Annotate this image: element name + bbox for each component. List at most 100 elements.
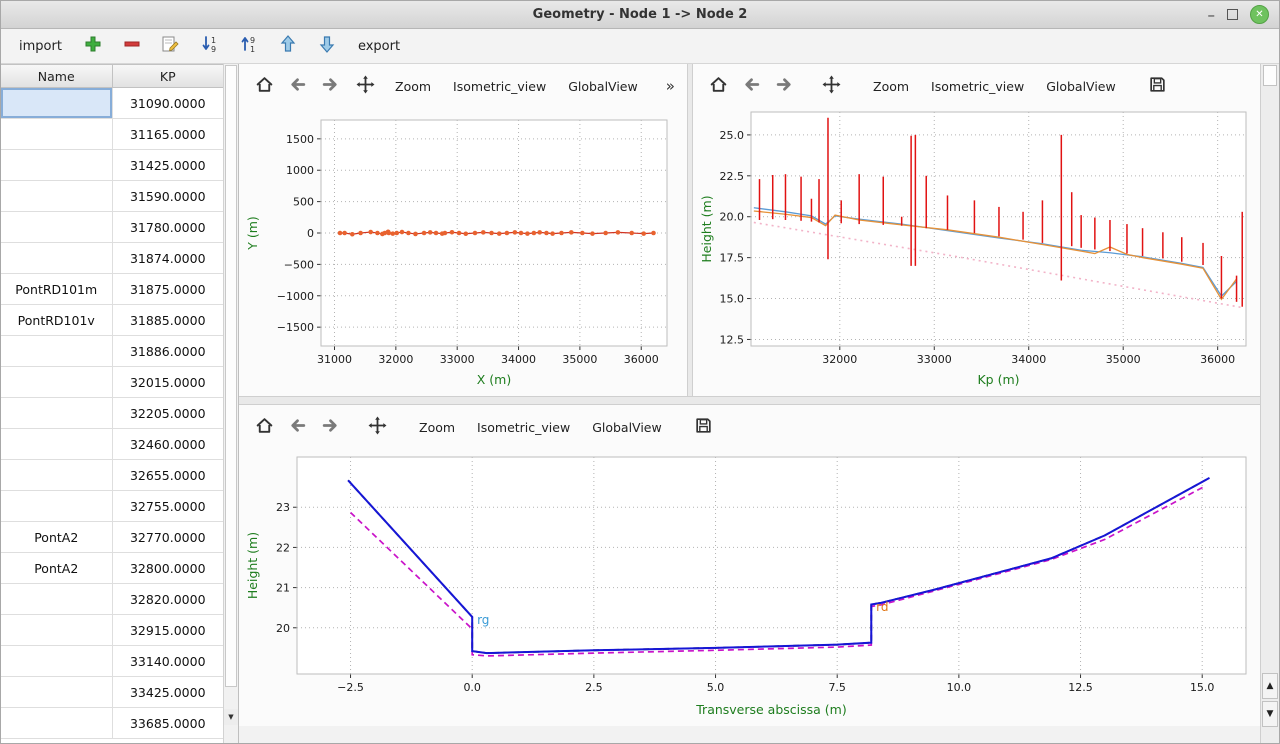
table-scrollbar-thumb[interactable] — [225, 65, 237, 687]
global-view-button[interactable]: GlobalView — [582, 413, 672, 441]
table-row[interactable]: PontA232770.0000 — [1, 522, 224, 553]
cell-name[interactable] — [1, 212, 113, 242]
pan-button[interactable] — [362, 413, 393, 441]
cell-name[interactable] — [1, 491, 113, 521]
cell-kp[interactable]: 31886.0000 — [113, 336, 225, 366]
cell-kp[interactable]: 33425.0000 — [113, 677, 225, 707]
home-button[interactable] — [703, 72, 734, 100]
cell-name[interactable] — [1, 88, 113, 118]
cell-kp[interactable]: 31165.0000 — [113, 119, 225, 149]
close-button[interactable]: ✕ — [1250, 5, 1269, 24]
table-row[interactable]: 32205.0000 — [1, 398, 224, 429]
table-row[interactable]: 32655.0000 — [1, 460, 224, 491]
scroll-down-button[interactable]: ▼ — [1262, 701, 1278, 727]
cell-name[interactable] — [1, 181, 113, 211]
table-row[interactable]: 31165.0000 — [1, 119, 224, 150]
cell-kp[interactable]: 32015.0000 — [113, 367, 225, 397]
table-row[interactable]: 32755.0000 — [1, 491, 224, 522]
scroll-up-button[interactable]: ▲ — [1262, 673, 1278, 699]
sort-descending-button[interactable]: 19 — [198, 34, 222, 58]
table-row[interactable]: 33685.0000 — [1, 708, 224, 739]
edit-button[interactable] — [159, 34, 183, 58]
cell-name[interactable] — [1, 584, 113, 614]
table-row[interactable]: 31780.0000 — [1, 212, 224, 243]
back-button[interactable] — [282, 72, 313, 100]
global-view-button[interactable]: GlobalView — [558, 72, 648, 100]
global-view-button[interactable]: GlobalView — [1036, 72, 1126, 100]
cell-name[interactable] — [1, 677, 113, 707]
cell-kp[interactable]: 31885.0000 — [113, 305, 225, 335]
cell-kp[interactable]: 33685.0000 — [113, 708, 225, 738]
table-scroll-down-button[interactable]: ▼ — [224, 709, 238, 725]
cell-kp[interactable]: 31090.0000 — [113, 88, 225, 118]
isometric-view-button[interactable]: Isometric_view — [921, 72, 1034, 100]
export-button[interactable]: export — [354, 36, 404, 57]
table-row[interactable]: 31090.0000 — [1, 88, 224, 119]
cell-name[interactable]: PontA2 — [1, 522, 113, 552]
cell-name[interactable] — [1, 336, 113, 366]
move-up-button[interactable] — [276, 34, 300, 58]
cell-name[interactable] — [1, 243, 113, 273]
cell-kp[interactable]: 31874.0000 — [113, 243, 225, 273]
toolbar-overflow-button[interactable]: » — [660, 77, 681, 95]
cell-name[interactable] — [1, 460, 113, 490]
table-row[interactable]: 32015.0000 — [1, 367, 224, 398]
cell-name[interactable]: PontA2 — [1, 553, 113, 583]
table-row[interactable]: 32915.0000 — [1, 615, 224, 646]
pan-button[interactable] — [816, 72, 847, 100]
zoom-button[interactable]: Zoom — [385, 72, 441, 100]
cell-kp[interactable]: 31425.0000 — [113, 150, 225, 180]
move-down-button[interactable] — [315, 34, 339, 58]
cell-kp[interactable]: 33140.0000 — [113, 646, 225, 676]
cell-name[interactable]: PontRD101v — [1, 305, 113, 335]
add-row-button[interactable] — [81, 34, 105, 58]
zoom-button[interactable]: Zoom — [863, 72, 919, 100]
back-button[interactable] — [736, 72, 767, 100]
table-row[interactable]: 33425.0000 — [1, 677, 224, 708]
cell-kp[interactable]: 32800.0000 — [113, 553, 225, 583]
table-row[interactable]: 32460.0000 — [1, 429, 224, 460]
forward-button[interactable] — [315, 413, 346, 441]
cell-kp[interactable]: 32460.0000 — [113, 429, 225, 459]
zoom-button[interactable]: Zoom — [409, 413, 465, 441]
save-button[interactable] — [688, 413, 719, 441]
table-row[interactable]: PontA232800.0000 — [1, 553, 224, 584]
plan-view-chart[interactable]: 3100032000330003400035000360001500100050… — [243, 104, 683, 392]
column-header-kp[interactable]: KP — [113, 64, 225, 88]
table-row[interactable]: PontRD101m31875.0000 — [1, 274, 224, 305]
back-button[interactable] — [282, 413, 313, 441]
isometric-view-button[interactable]: Isometric_view — [443, 72, 556, 100]
cell-kp[interactable]: 31590.0000 — [113, 181, 225, 211]
cell-name[interactable]: PontRD101m — [1, 274, 113, 304]
table-row[interactable]: 32820.0000 — [1, 584, 224, 615]
cell-kp[interactable]: 32915.0000 — [113, 615, 225, 645]
table-scrollbar[interactable]: ▼ — [223, 64, 238, 744]
column-header-name[interactable]: Name — [1, 64, 113, 88]
cell-name[interactable] — [1, 150, 113, 180]
forward-button[interactable] — [769, 72, 800, 100]
cell-name[interactable] — [1, 398, 113, 428]
home-button[interactable] — [249, 413, 280, 441]
cell-kp[interactable]: 32655.0000 — [113, 460, 225, 490]
sort-ascending-button[interactable]: 91 — [237, 34, 261, 58]
home-button[interactable] — [249, 72, 280, 100]
remove-row-button[interactable] — [120, 34, 144, 58]
cell-name[interactable] — [1, 367, 113, 397]
table-row[interactable]: 31874.0000 — [1, 243, 224, 274]
cell-kp[interactable]: 32770.0000 — [113, 522, 225, 552]
table-row[interactable]: PontRD101v31885.0000 — [1, 305, 224, 336]
cell-kp[interactable]: 31780.0000 — [113, 212, 225, 242]
table-row[interactable]: 31886.0000 — [1, 336, 224, 367]
cell-name[interactable] — [1, 708, 113, 738]
isometric-view-button[interactable]: Isometric_view — [467, 413, 580, 441]
import-button[interactable]: import — [15, 36, 66, 57]
save-button[interactable] — [1142, 72, 1173, 100]
cross-section-chart[interactable]: Previous cross-sectionCross-sectionNext … — [243, 445, 1256, 722]
cell-kp[interactable]: 32755.0000 — [113, 491, 225, 521]
cell-kp[interactable]: 32205.0000 — [113, 398, 225, 428]
table-row[interactable]: 31425.0000 — [1, 150, 224, 181]
cell-kp[interactable]: 32820.0000 — [113, 584, 225, 614]
horizontal-splitter[interactable] — [239, 396, 1260, 405]
cell-name[interactable] — [1, 615, 113, 645]
cell-kp[interactable]: 31875.0000 — [113, 274, 225, 304]
